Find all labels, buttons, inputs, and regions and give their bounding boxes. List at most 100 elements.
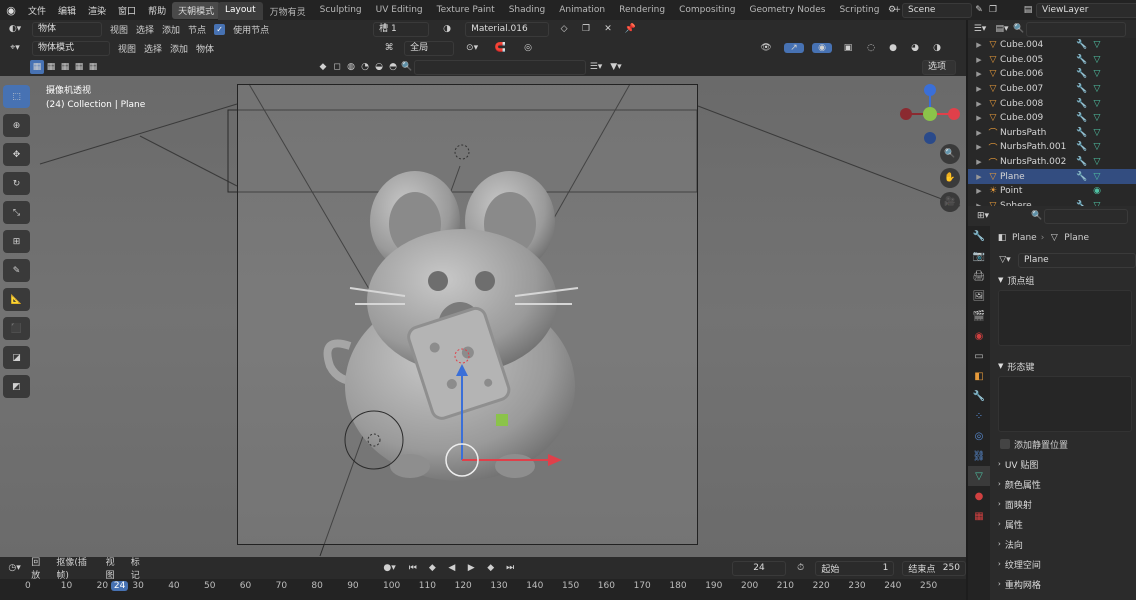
orientation-select[interactable]: 全局	[404, 40, 455, 56]
filter-light-icon[interactable]: ◔	[358, 62, 372, 72]
start-frame-field[interactable]: 起始 1	[815, 560, 895, 576]
vp-menu-select[interactable]: 选择	[144, 42, 162, 55]
select-subtract-icon[interactable]: ▦	[58, 62, 72, 72]
select-tool-icon[interactable]: ⬚	[3, 85, 30, 108]
vp-menu-object[interactable]: 物体	[196, 42, 214, 55]
panel-vertex-groups[interactable]: ▼ 顶点组	[992, 270, 1136, 290]
shading-wireframe-icon[interactable]: ◌	[864, 43, 878, 53]
timeline-menu-playback[interactable]: 回放	[31, 555, 48, 581]
select-box-icon[interactable]: ▦	[30, 60, 44, 74]
duplicate-material-icon[interactable]: ❐	[579, 24, 593, 34]
viewport-search-input[interactable]	[414, 59, 586, 75]
tab-uv-editing[interactable]: UV Editing	[369, 2, 430, 20]
fake-user-icon[interactable]: ◇	[557, 24, 571, 34]
panel-shape-keys[interactable]: ▼ 形态键	[992, 356, 1136, 376]
node-menu-node[interactable]: 节点	[188, 23, 206, 36]
tab-sculpting[interactable]: Sculpting	[313, 2, 369, 20]
panel-texture-space[interactable]: › 纹理空间	[992, 554, 1136, 574]
add-cube-tool-icon[interactable]: ⬛	[3, 317, 30, 340]
slot-select[interactable]: 槽 1	[373, 21, 430, 37]
output-tab-icon[interactable]: 🖨	[968, 266, 990, 286]
expand-triangle-icon[interactable]: ▶	[972, 41, 986, 49]
outliner-row[interactable]: ▶ ▽ Cube.009 🔧 ▽	[968, 111, 1136, 126]
xray-icon[interactable]: ▣	[840, 43, 856, 53]
menu-edit[interactable]: 编辑	[52, 4, 82, 17]
menu-window[interactable]: 窗口	[112, 4, 142, 17]
mesh-name-field[interactable]: Plane	[1018, 252, 1136, 268]
unlink-material-icon[interactable]: ✕	[601, 24, 615, 34]
mesh-browse-icon[interactable]: ▽▾	[996, 255, 1014, 265]
shading-material-icon[interactable]: ◕	[908, 43, 922, 53]
editor-type-3d-icon[interactable]: ⌖▾	[6, 43, 24, 53]
editor-type-icon[interactable]: ◐▾	[6, 24, 24, 34]
end-frame-field[interactable]: 结束点 250	[902, 560, 966, 576]
prev-key-icon[interactable]: ◆	[427, 563, 438, 573]
expand-triangle-icon[interactable]: ▶	[972, 187, 986, 195]
panel-color-attributes[interactable]: › 颜色属性	[992, 474, 1136, 494]
material-name-field[interactable]: Material.016	[465, 21, 550, 37]
add-rest-position-checkbox[interactable]	[1000, 439, 1010, 449]
zoom-view-icon[interactable]: 🔍	[940, 144, 960, 164]
node-menu-add[interactable]: 添加	[162, 23, 180, 36]
outliner-row[interactable]: ▶ ⌒ NurbsPath 🔧 ▽	[968, 126, 1136, 141]
properties-search-input[interactable]	[1044, 208, 1128, 224]
panel-remesh[interactable]: › 重构网格	[992, 574, 1136, 594]
pin-icon[interactable]: ✎	[972, 5, 986, 15]
clock-icon[interactable]: ⏱	[794, 563, 807, 573]
outliner-filter-icon[interactable]: ▤▾	[992, 24, 1012, 34]
menu-render[interactable]: 渲染	[82, 4, 112, 17]
outliner-search-input[interactable]	[1026, 21, 1126, 37]
expand-triangle-icon[interactable]: ▶	[972, 129, 986, 137]
options-dropdown[interactable]: 选项	[922, 59, 956, 75]
jump-end-icon[interactable]: ⏭	[504, 563, 515, 573]
gizmo-icon[interactable]: ↗	[784, 43, 805, 53]
outliner-editor-icon[interactable]: ☰▾	[968, 24, 992, 34]
timeline-menu-marker[interactable]: 标记	[131, 555, 148, 581]
menu-file[interactable]: 文件	[22, 4, 52, 17]
overlay-icon[interactable]: ◉	[812, 43, 833, 53]
node-menu-select[interactable]: 选择	[136, 23, 154, 36]
material-tab-icon[interactable]: ●	[968, 486, 990, 506]
jump-start-icon[interactable]: ⏮	[407, 563, 418, 573]
navigation-gizmo[interactable]	[896, 80, 964, 150]
panel-uv-maps[interactable]: › UV 贴图	[992, 454, 1136, 474]
camera-view-icon[interactable]: 🎥	[940, 192, 960, 212]
object-tab-icon[interactable]: ◧	[968, 366, 990, 386]
texture-tab-icon[interactable]: ▦	[968, 506, 990, 526]
expand-triangle-icon[interactable]: ▶	[972, 143, 986, 151]
outliner-row[interactable]: ▶ ▽ Cube.004 🔧 ▽	[968, 38, 1136, 53]
mesh-data-tab-icon[interactable]: ▽	[968, 466, 990, 486]
filter-brush-icon[interactable]: ◓	[386, 62, 400, 72]
tab-rendering[interactable]: Rendering	[612, 2, 672, 20]
select-invert-icon[interactable]: ▦	[72, 62, 86, 72]
proportional-edit-icon[interactable]: ◎	[518, 43, 538, 53]
expand-triangle-icon[interactable]: ▶	[972, 173, 986, 181]
outliner-row[interactable]: ▶ ▽ Plane 🔧 ▽	[968, 169, 1136, 184]
tab-animation[interactable]: Animation	[552, 2, 612, 20]
play-reverse-icon[interactable]: ◀	[446, 563, 457, 573]
transform-orientation-icon[interactable]: ⌘	[382, 43, 396, 53]
menu-help[interactable]: 帮助	[142, 4, 172, 17]
measure-tool-icon[interactable]: 📐	[3, 288, 30, 311]
new-scene-icon[interactable]: ❐	[986, 5, 1000, 15]
use-nodes-checkbox[interactable]: ✓	[214, 23, 226, 35]
sort-icon[interactable]: ☰▾	[586, 62, 606, 72]
rotate-tool-icon[interactable]: ↻	[3, 172, 30, 195]
outliner-row[interactable]: ▶ ▽ Cube.005 🔧 ▽	[968, 53, 1136, 68]
outliner-row[interactable]: ▶ ☀ Point ◉	[968, 184, 1136, 199]
extra-tool-1-icon[interactable]: ◪	[3, 346, 30, 369]
timeline-ruler[interactable]: 0 10 20 24 30 40 50 60 70 80 90 100 110 120 130 140 150 1…	[0, 579, 966, 600]
tab-compositing[interactable]: Compositing	[672, 2, 742, 20]
tab-scripting[interactable]: Scripting	[832, 2, 886, 20]
material-browse-icon[interactable]: ◑	[437, 24, 457, 34]
tab-texture-paint[interactable]: Texture Paint	[430, 2, 502, 20]
tab-wanwu[interactable]: 万物有灵	[263, 2, 313, 20]
tab-geometry-nodes[interactable]: Geometry Nodes	[743, 2, 833, 20]
scene-field[interactable]: Scene	[902, 2, 972, 18]
panel-attributes[interactable]: › 属性	[992, 514, 1136, 534]
snap-icon[interactable]: 🧲	[490, 43, 510, 53]
move-tool-icon[interactable]: ✥	[3, 143, 30, 166]
filter-object-icon[interactable]: ◻	[330, 62, 344, 72]
expand-triangle-icon[interactable]: ▶	[972, 100, 986, 108]
expand-triangle-icon[interactable]: ▶	[972, 85, 986, 93]
